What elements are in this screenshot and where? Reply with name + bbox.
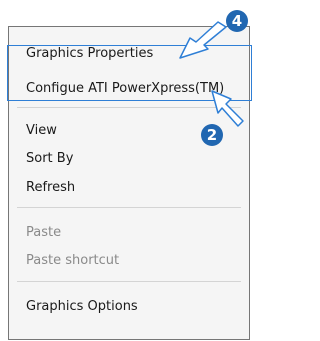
callout-arrow-bottom	[211, 90, 244, 127]
callout-arrow-top	[179, 21, 227, 59]
callout-arrows	[179, 21, 244, 127]
screenshot-stage: Graphics Properties Configue ATI PowerXp…	[0, 0, 262, 341]
callout-badge-2: 2	[201, 124, 223, 146]
callout-badge-4: 4	[226, 10, 248, 32]
